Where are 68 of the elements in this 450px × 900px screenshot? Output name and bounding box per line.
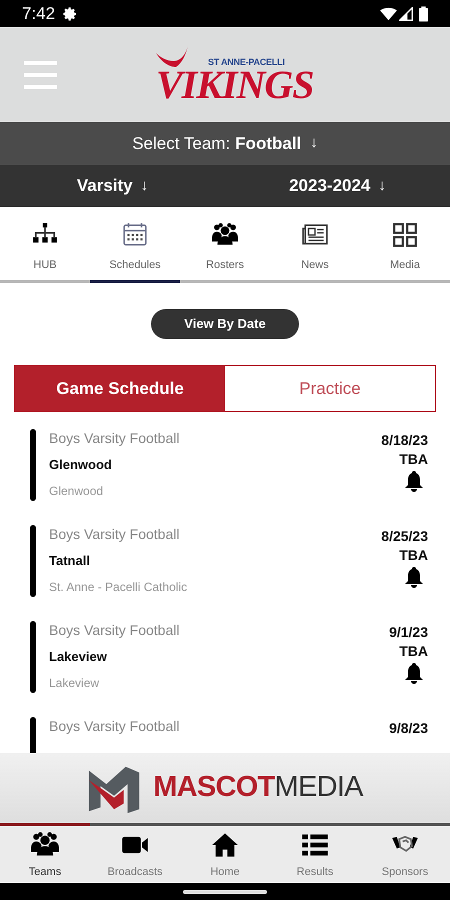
nav-label: Broadcasts — [107, 865, 163, 880]
arrow-icon: ↓ — [310, 132, 318, 155]
logo-subtitle: ST ANNE-PACELLI — [208, 58, 285, 67]
dropdown-value: Varsity — [76, 175, 133, 198]
segment-tab[interactable]: Game Schedule — [15, 366, 225, 411]
tab[interactable]: Media — [360, 207, 450, 280]
game-time: TBA — [399, 642, 428, 660]
home-indicator[interactable] — [183, 890, 267, 894]
calendar-icon — [122, 222, 148, 248]
brand-name: MEDIA — [274, 770, 363, 806]
arrow-icon: ↓ — [378, 174, 386, 198]
dropdown-value: 2023-2024 — [289, 175, 370, 198]
tab-label: HUB — [33, 258, 57, 273]
nav-label: Sponsors — [382, 865, 428, 880]
bell-icon[interactable] — [404, 662, 424, 684]
location-text: St. Anne - Pacelli Catholic — [49, 579, 188, 595]
grid-icon — [392, 222, 418, 248]
game-date: 8/25/23 — [381, 527, 428, 545]
accent-bar — [30, 621, 36, 693]
logo-title: VIKINGS — [156, 65, 314, 105]
filter-dropdown[interactable]: 2023-2024 ↓ — [289, 173, 386, 199]
house-icon — [211, 831, 239, 859]
nav-item[interactable]: Broadcasts — [90, 826, 180, 883]
status-time: 7:42 — [22, 2, 56, 25]
brand-name: MASCOT — [153, 770, 275, 806]
nav-item[interactable]: Sponsors — [360, 826, 450, 883]
tab-label: Media — [390, 258, 420, 273]
bell-icon[interactable] — [404, 470, 424, 492]
team-name: Boys Varsity Football — [49, 621, 180, 639]
wifi-icon — [380, 6, 397, 20]
nav-item[interactable]: Home — [180, 826, 270, 883]
nav-item[interactable]: Results — [270, 826, 360, 883]
bell-icon[interactable] — [404, 566, 424, 588]
team-name: Boys Varsity Football — [49, 429, 180, 447]
select-value: Football — [235, 132, 302, 155]
view-by-date-button[interactable]: View By Date — [151, 309, 299, 339]
accent-bar — [30, 429, 36, 501]
opponent-name: Lakeview — [49, 648, 108, 666]
tab[interactable]: Rosters — [180, 207, 270, 280]
filter-dropdown[interactable]: Varsity ↓ — [76, 173, 148, 199]
select-label: Select Team: — [132, 132, 230, 155]
tab-label: Rosters — [206, 258, 244, 273]
settings-icon — [62, 6, 78, 22]
opponent-name: Glenwood — [49, 456, 113, 474]
nav-label: Teams — [28, 865, 62, 880]
game-time: TBA — [399, 546, 428, 564]
tab-label: Schedules — [109, 258, 161, 273]
game-time: TBA — [399, 450, 428, 468]
group-icon — [212, 222, 238, 248]
game-date: 8/18/23 — [381, 431, 428, 449]
team-name: Boys Varsity Football — [49, 525, 180, 543]
tab[interactable]: HUB — [0, 207, 90, 280]
game-date: 9/8/23 — [389, 719, 428, 737]
location-text: Lakeview — [49, 675, 100, 691]
tab[interactable]: Schedules — [90, 207, 180, 280]
team-name: Boys Varsity Football — [49, 717, 180, 735]
tab-label: News — [301, 258, 329, 273]
tab[interactable]: News — [270, 207, 360, 280]
nav-label: Home — [210, 865, 240, 880]
arrow-icon: ↓ — [140, 174, 148, 198]
nav-item[interactable]: Teams — [0, 826, 90, 883]
accent-bar — [30, 525, 36, 597]
location-text: Glenwood — [49, 483, 104, 499]
signal-icon — [399, 6, 413, 20]
nav-label: Results — [296, 865, 334, 880]
opponent-name: Tatnall — [49, 552, 91, 570]
battery-icon — [419, 6, 428, 22]
game-date: 9/1/23 — [389, 623, 428, 641]
